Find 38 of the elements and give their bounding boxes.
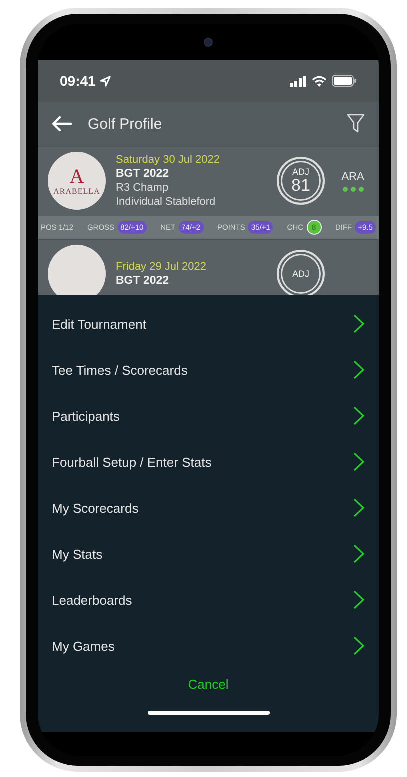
dots-icon	[342, 186, 364, 192]
menu-item[interactable]: My Scorecards	[38, 485, 379, 531]
cancel-button[interactable]: Cancel	[184, 673, 233, 696]
wifi-icon	[312, 76, 327, 86]
round-date: Saturday 30 Jul 2022	[116, 154, 221, 166]
score-ring: ADJ	[277, 250, 325, 295]
chevron-right-icon	[353, 360, 365, 380]
menu-item[interactable]: My Games	[38, 623, 379, 669]
score-ring: ADJ 81	[277, 157, 325, 205]
menu-item[interactable]: Leaderboards	[38, 577, 379, 623]
chevron-right-icon	[353, 636, 365, 656]
menu-item[interactable]: Tee Times / Scorecards	[38, 347, 379, 393]
menu-item[interactable]: My Stats	[38, 531, 379, 577]
location-arrow-icon	[100, 76, 111, 86]
chevron-right-icon	[353, 314, 365, 334]
page-title: Golf Profile	[88, 116, 164, 132]
chevron-right-icon	[353, 452, 365, 472]
signal-icon	[290, 76, 307, 86]
tournament-name: BGT 2022	[116, 168, 170, 180]
menu-item[interactable]: Edit Tournament	[38, 301, 379, 347]
status-time: 09:41	[60, 73, 96, 89]
menu-item[interactable]: Fourball Setup / Enter Stats	[38, 439, 379, 485]
chevron-right-icon	[353, 498, 365, 518]
round-name: R3 Champ	[116, 182, 170, 194]
format-text: Individual Stableford	[116, 196, 217, 208]
camera-icon	[204, 38, 213, 46]
chevron-right-icon	[353, 406, 365, 426]
filter-button[interactable]	[347, 114, 365, 134]
club-code: ARA	[342, 170, 364, 182]
menu-item[interactable]: Participants	[38, 393, 379, 439]
round-date: Friday 29 Jul 2022	[116, 261, 208, 273]
chevron-right-icon	[353, 544, 365, 564]
club-logo: A ARABELLA	[48, 152, 106, 210]
battery-icon	[332, 75, 357, 87]
club-logo	[48, 245, 106, 295]
back-button[interactable]	[52, 116, 72, 132]
tournament-name: BGT 2022	[116, 275, 170, 287]
chevron-right-icon	[353, 590, 365, 610]
